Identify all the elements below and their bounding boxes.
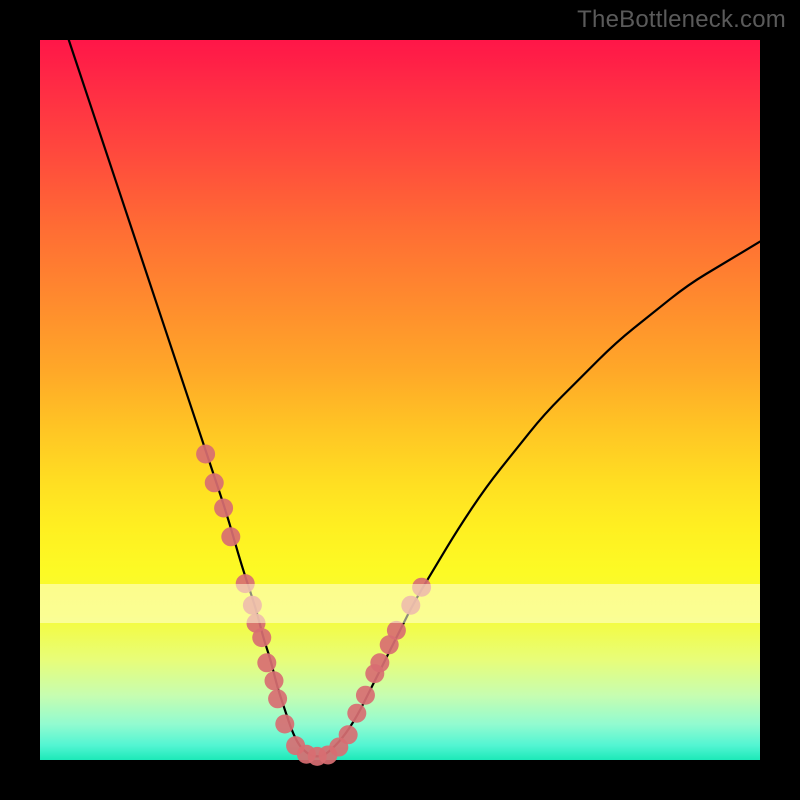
- curve-marker: [243, 596, 262, 615]
- chart-frame: TheBottleneck.com: [0, 0, 800, 800]
- curve-svg: [40, 40, 760, 760]
- curve-marker: [412, 578, 431, 597]
- curve-marker: [275, 715, 294, 734]
- curve-marker: [196, 445, 215, 464]
- plot-area: [40, 40, 760, 760]
- curve-marker: [401, 596, 420, 615]
- curve-marker: [387, 621, 406, 640]
- curve-marker: [252, 628, 271, 647]
- curve-marker: [214, 499, 233, 518]
- curve-marker: [268, 689, 287, 708]
- curve-marker: [236, 574, 255, 593]
- curve-marker: [370, 653, 389, 672]
- curve-marker: [265, 671, 284, 690]
- curve-marker: [205, 473, 224, 492]
- curve-marker: [339, 725, 358, 744]
- curve-marker: [257, 653, 276, 672]
- curve-markers: [196, 445, 431, 766]
- bottleneck-curve: [69, 40, 760, 756]
- curve-marker: [356, 686, 375, 705]
- watermark-text: TheBottleneck.com: [577, 6, 786, 34]
- curve-marker: [221, 527, 240, 546]
- curve-marker: [347, 704, 366, 723]
